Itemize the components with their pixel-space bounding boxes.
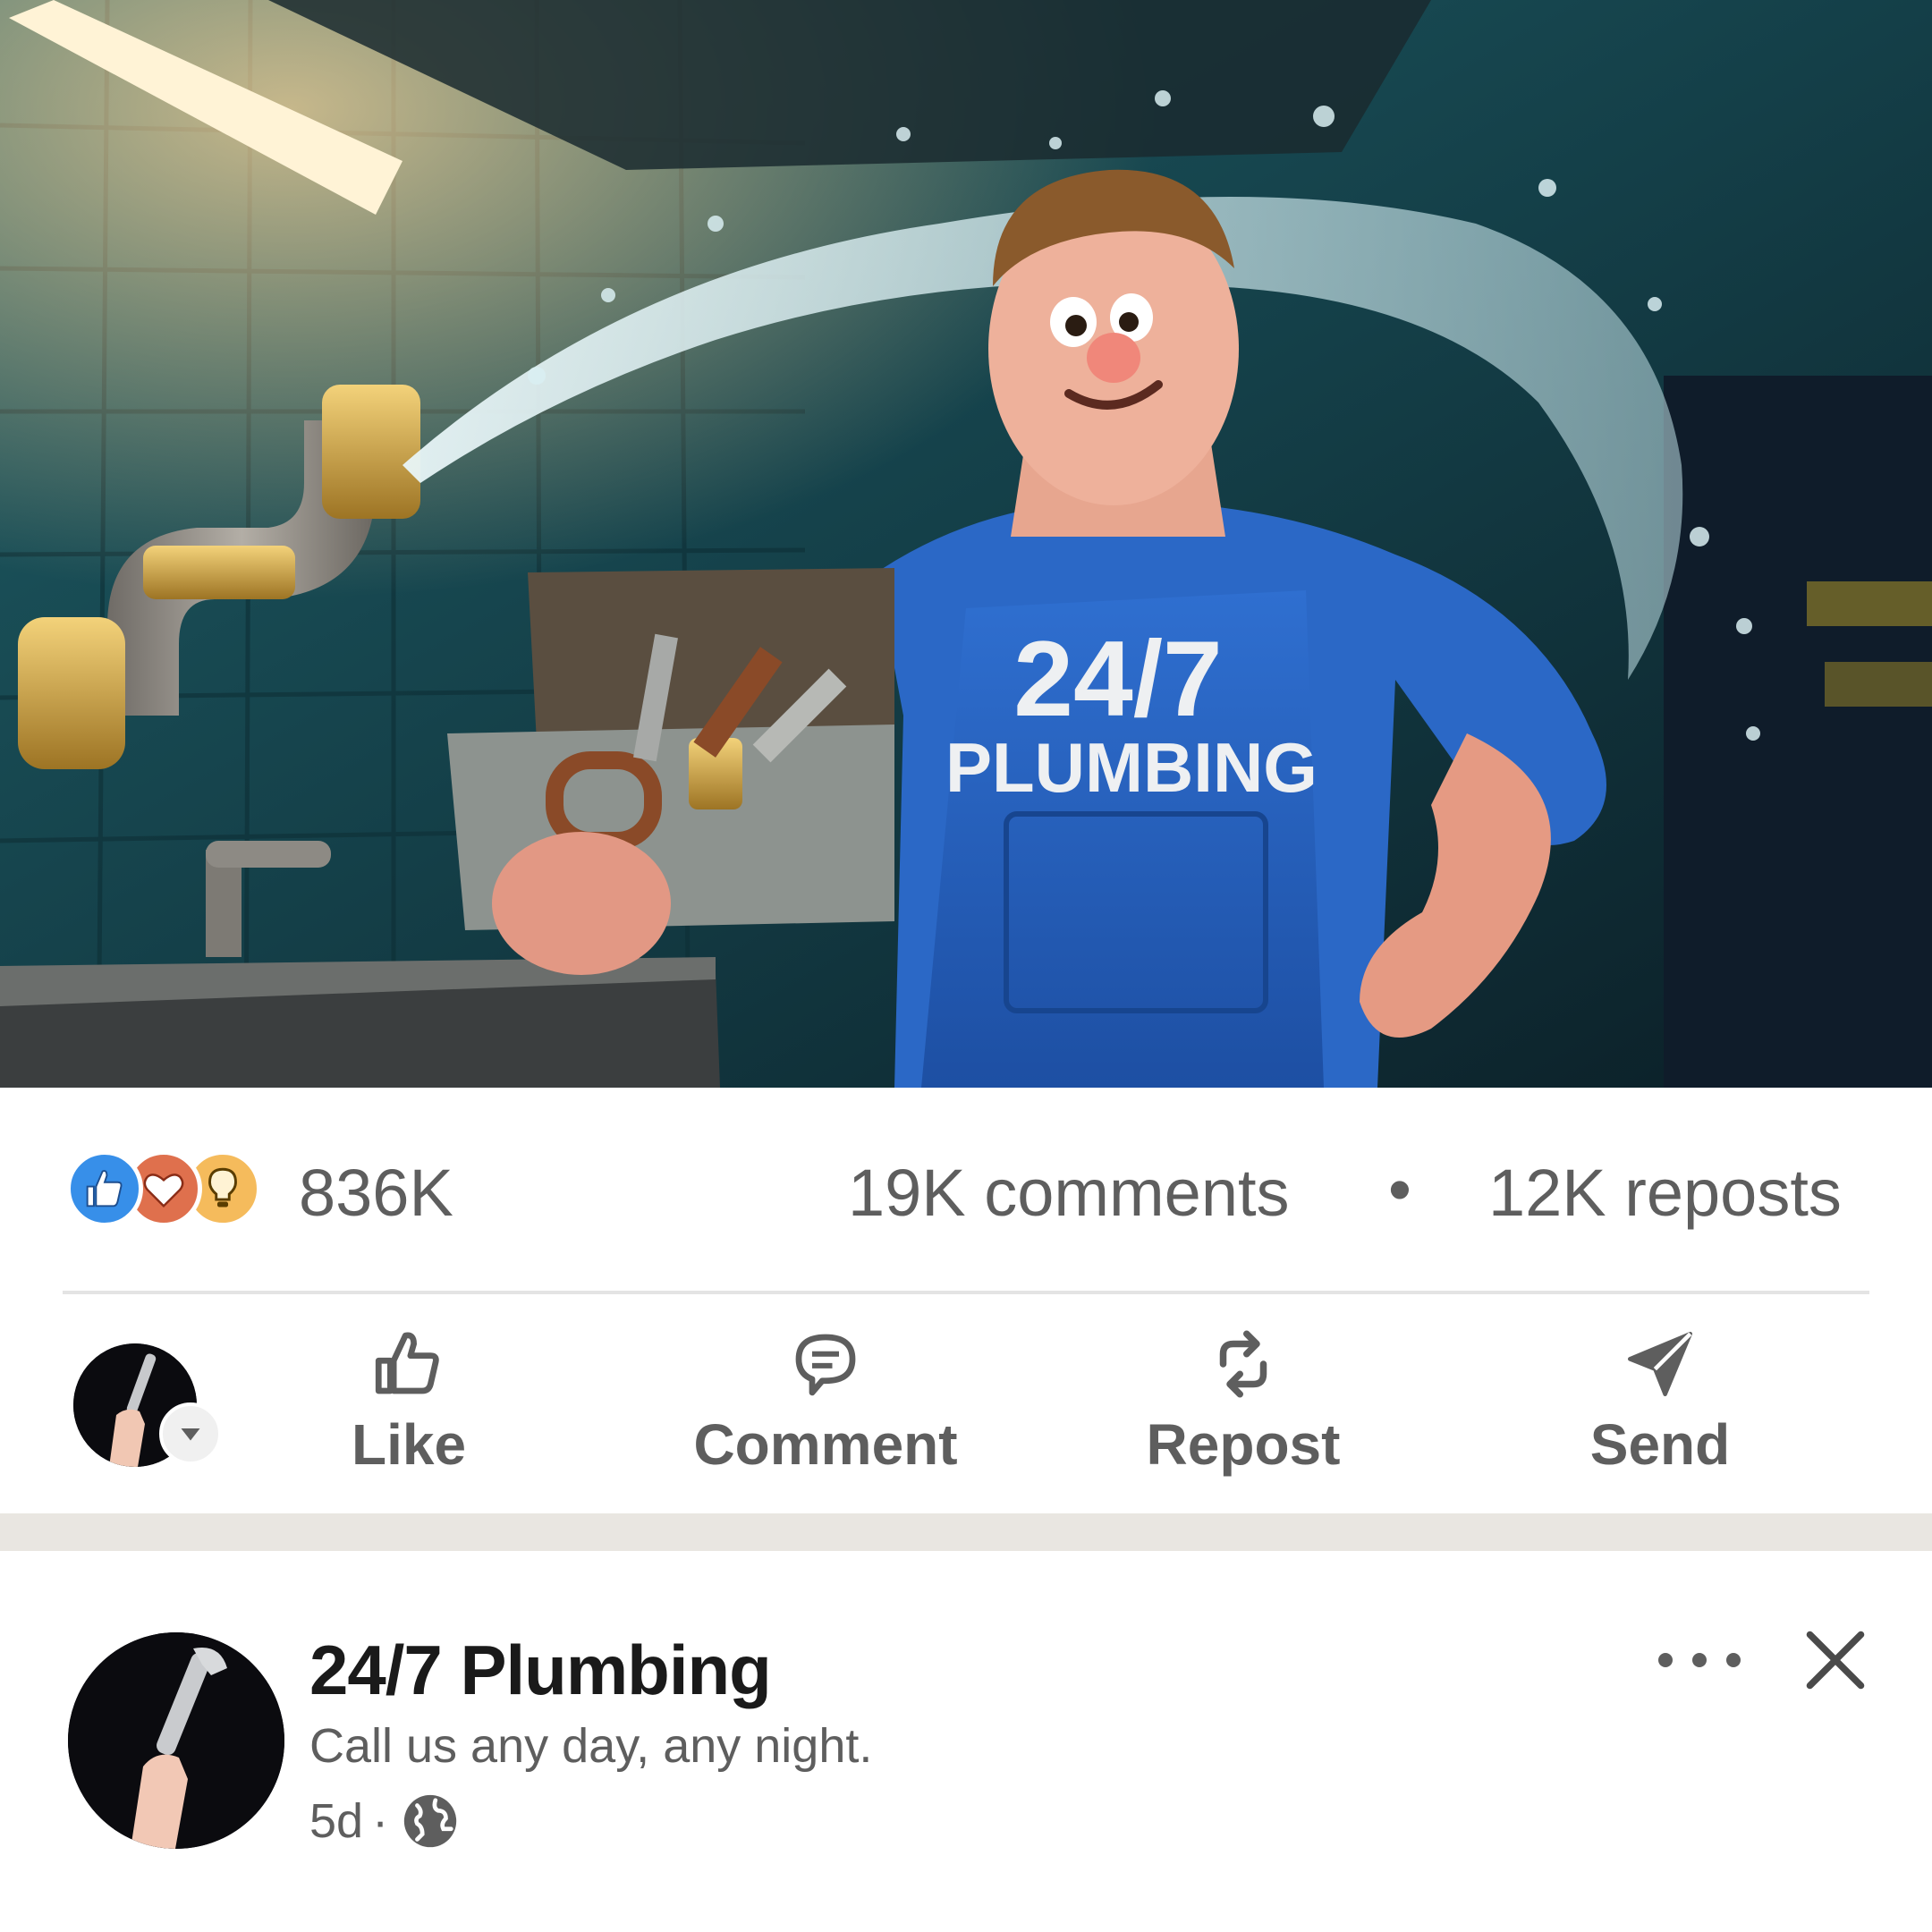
- comments-count[interactable]: 19K comments: [848, 1157, 1290, 1229]
- repost-label: Repost: [1146, 1412, 1341, 1477]
- plumber-illustration: 24/7 PLUMBING: [0, 0, 1932, 1088]
- feed-separator: [0, 1513, 1932, 1551]
- globe-icon: [403, 1794, 457, 1848]
- author-tagline: Call us any day, any night.: [309, 1719, 873, 1773]
- reaction-icons[interactable]: [66, 1150, 263, 1231]
- wrench-hand-logo-icon: [68, 1632, 284, 1849]
- repost-button[interactable]: Repost: [1131, 1324, 1355, 1485]
- post-image[interactable]: 24/7 PLUMBING: [0, 0, 1932, 1088]
- post-age: 5d: [309, 1794, 364, 1848]
- comment-label: Comment: [693, 1412, 958, 1477]
- post-meta: 5d ·: [309, 1789, 462, 1853]
- send-button[interactable]: Send: [1562, 1324, 1758, 1485]
- counts-separator: •: [1388, 1152, 1411, 1226]
- dismiss-post-button[interactable]: [1801, 1626, 1869, 1694]
- repost-icon: [1219, 1330, 1267, 1398]
- comment-icon: [795, 1334, 856, 1396]
- thumbs-up-icon: [86, 1170, 123, 1208]
- like-label: Like: [351, 1412, 467, 1477]
- lightbulb-icon: [208, 1167, 237, 1208]
- overall-logo-line1: 24/7: [1013, 619, 1223, 739]
- actor-switch-button[interactable]: [159, 1402, 222, 1465]
- send-label: Send: [1589, 1412, 1731, 1477]
- more-options-button[interactable]: [1655, 1633, 1744, 1687]
- like-button[interactable]: Like: [319, 1324, 498, 1485]
- close-icon: [1806, 1631, 1865, 1690]
- like-icon: [375, 1332, 439, 1394]
- send-icon: [1628, 1332, 1692, 1396]
- author-name[interactable]: 24/7 Plumbing: [309, 1630, 772, 1710]
- comment-button[interactable]: Comment: [678, 1324, 973, 1485]
- reposts-count[interactable]: 12K reposts: [1488, 1157, 1842, 1229]
- counts-divider: [63, 1291, 1869, 1294]
- meta-separator: ·: [372, 1794, 389, 1848]
- heart-icon: [143, 1174, 184, 1208]
- overall-logo-line2: PLUMBING: [945, 728, 1318, 807]
- like-reaction-icon: [66, 1150, 143, 1227]
- caret-down-icon: [181, 1428, 200, 1441]
- more-icon: [1658, 1653, 1741, 1667]
- reactions-count[interactable]: 836K: [299, 1157, 453, 1229]
- author-avatar[interactable]: [68, 1632, 284, 1849]
